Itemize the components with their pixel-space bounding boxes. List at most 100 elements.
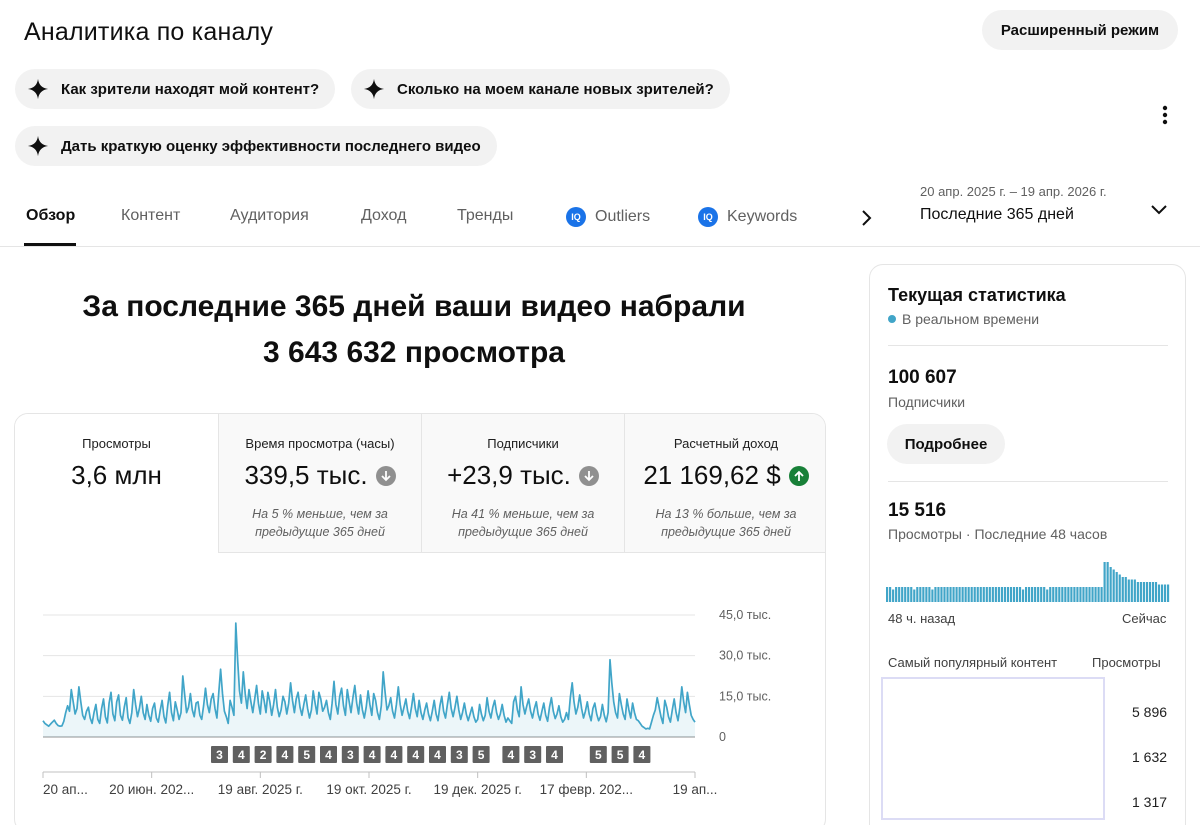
- svg-text:3: 3: [347, 748, 354, 762]
- mini-bar: [919, 587, 922, 602]
- x-tick-label: 19 дек. 2025 г.: [433, 782, 521, 797]
- event-marker[interactable]: 4: [546, 746, 563, 763]
- mini-bar: [1100, 587, 1103, 602]
- tab-overview[interactable]: Обзор: [26, 207, 75, 225]
- event-marker[interactable]: 5: [589, 746, 607, 763]
- mini-bar: [1009, 587, 1013, 602]
- event-marker[interactable]: 4: [385, 746, 403, 763]
- realtime-panel: Текущая статистика В реальном времени 10…: [869, 264, 1186, 825]
- metric-subscribers[interactable]: Подписчики +23,9 тыс. На 41 % меньше, че…: [421, 414, 624, 553]
- popular-views-value: 1 632: [1132, 749, 1168, 765]
- metric-note: На 41 % меньше, чем за предыдущие 365 дн…: [451, 507, 595, 539]
- chevron-down-icon[interactable]: [1148, 198, 1170, 220]
- date-range-picker[interactable]: 20 апр. 2025 г. – 19 апр. 2026 г. Послед…: [920, 184, 1107, 224]
- svg-text:4: 4: [434, 748, 441, 762]
- tab-bar: Обзор Контент Аудитория Доход Тренды IQ …: [0, 184, 1200, 247]
- mini-bar: [946, 587, 949, 602]
- chevron-right-icon[interactable]: [856, 208, 876, 228]
- mini-bar: [982, 587, 985, 602]
- details-button[interactable]: Подробнее: [887, 424, 1005, 464]
- suggestion-chip-new-viewers[interactable]: Сколько на моем канале новых зрителей?: [351, 69, 730, 109]
- mini-bar: [955, 587, 958, 602]
- mini-bar: [1106, 562, 1109, 602]
- event-marker[interactable]: 4: [363, 746, 381, 763]
- x-tick-label: 20 июн. 202...: [109, 782, 194, 797]
- mini-bar: [904, 587, 907, 602]
- mini-bar: [1112, 569, 1115, 602]
- metric-value-text: 3,6 млн: [71, 460, 162, 490]
- mini-bar: [928, 587, 931, 602]
- metric-revenue[interactable]: Расчетный доход 21 169,62 $ На 13 % боль…: [624, 414, 825, 553]
- more-options-icon[interactable]: [1152, 102, 1178, 128]
- event-marker[interactable]: 4: [502, 746, 520, 763]
- y-tick-label: 30,0 тыс.: [719, 649, 771, 663]
- event-marker[interactable]: 4: [407, 746, 425, 763]
- mini-bar: [1157, 584, 1161, 602]
- event-marker[interactable]: 4: [276, 746, 294, 763]
- metric-value-text: 339,5 тыс.: [244, 460, 368, 490]
- active-tab-indicator: [24, 243, 76, 246]
- x-tick-label: 19 ап...: [673, 782, 718, 797]
- event-marker[interactable]: 3: [524, 746, 542, 763]
- divider: [888, 481, 1168, 482]
- event-marker[interactable]: 3: [341, 746, 359, 763]
- tab-content[interactable]: Контент: [121, 207, 180, 225]
- mini-chart-end-label: Сейчас: [1122, 611, 1167, 626]
- mini-bar: [1040, 587, 1043, 602]
- metric-views[interactable]: Просмотры 3,6 млн: [15, 414, 218, 553]
- mini-bar: [1085, 587, 1088, 602]
- mini-bar: [1139, 582, 1142, 602]
- event-marker[interactable]: 3: [211, 746, 228, 763]
- event-marker[interactable]: 4: [320, 746, 337, 763]
- metric-watch-time[interactable]: Время просмотра (часы) 339,5 тыс. На 5 %…: [218, 414, 421, 553]
- event-marker[interactable]: 4: [429, 746, 446, 763]
- event-marker[interactable]: 4: [633, 746, 651, 763]
- popular-content-thumbnail[interactable]: [881, 677, 1105, 820]
- mini-bar: [1142, 582, 1145, 602]
- mini-bar: [943, 587, 946, 602]
- event-marker[interactable]: 5: [611, 746, 629, 763]
- svg-text:3: 3: [216, 748, 223, 762]
- mini-bar: [916, 587, 919, 602]
- suggestion-chip-last-video[interactable]: Дать краткую оценку эффективности послед…: [15, 126, 497, 166]
- tab-revenue[interactable]: Доход: [361, 207, 406, 225]
- mini-bar: [1049, 587, 1052, 602]
- mini-bar: [1091, 587, 1094, 602]
- live-label: В реальном времени: [902, 311, 1040, 327]
- views-48h-count: 15 516: [888, 500, 947, 521]
- metric-label: Расчетный доход: [673, 436, 779, 451]
- metric-tabs: Просмотры 3,6 млн Время просмотра (часы)…: [15, 414, 825, 553]
- tab-outliers[interactable]: IQ Outliers: [566, 207, 650, 227]
- mini-bar: [1088, 587, 1091, 602]
- mini-bar: [1076, 587, 1079, 602]
- advanced-mode-button[interactable]: Расширенный режим: [982, 10, 1178, 50]
- mini-bar: [934, 587, 937, 602]
- tab-trends[interactable]: Тренды: [457, 207, 513, 225]
- mini-bar: [1115, 572, 1118, 602]
- mini-bar: [1082, 587, 1085, 602]
- tab-audience[interactable]: Аудитория: [230, 207, 309, 225]
- event-marker[interactable]: 2: [254, 746, 272, 763]
- mini-bar: [970, 587, 973, 602]
- event-marker[interactable]: 3: [450, 746, 468, 763]
- mini-bar: [961, 587, 964, 602]
- subscribers-count: 100 607: [888, 367, 957, 388]
- svg-text:4: 4: [282, 748, 289, 762]
- vidiq-icon: IQ: [566, 207, 586, 227]
- svg-text:4: 4: [391, 748, 398, 762]
- event-marker[interactable]: 4: [232, 746, 250, 763]
- tab-label: Outliers: [595, 208, 651, 225]
- suggestion-label: Как зрители находят мой контент?: [61, 80, 320, 98]
- suggestion-chip-discovery[interactable]: Как зрители находят мой контент?: [15, 69, 336, 109]
- tab-label: Keywords: [727, 208, 798, 225]
- mini-bar: [1012, 587, 1016, 602]
- event-marker[interactable]: 5: [472, 746, 490, 763]
- tab-keywords[interactable]: IQ Keywords: [698, 207, 797, 227]
- mini-bar: [1094, 587, 1097, 602]
- mini-bar: [1021, 589, 1025, 602]
- mini-bar: [1055, 587, 1058, 602]
- mini-bar: [1070, 587, 1073, 602]
- y-tick-label: 45,0 тыс.: [719, 608, 771, 622]
- event-marker[interactable]: 5: [298, 746, 316, 763]
- mini-bar: [1163, 584, 1167, 602]
